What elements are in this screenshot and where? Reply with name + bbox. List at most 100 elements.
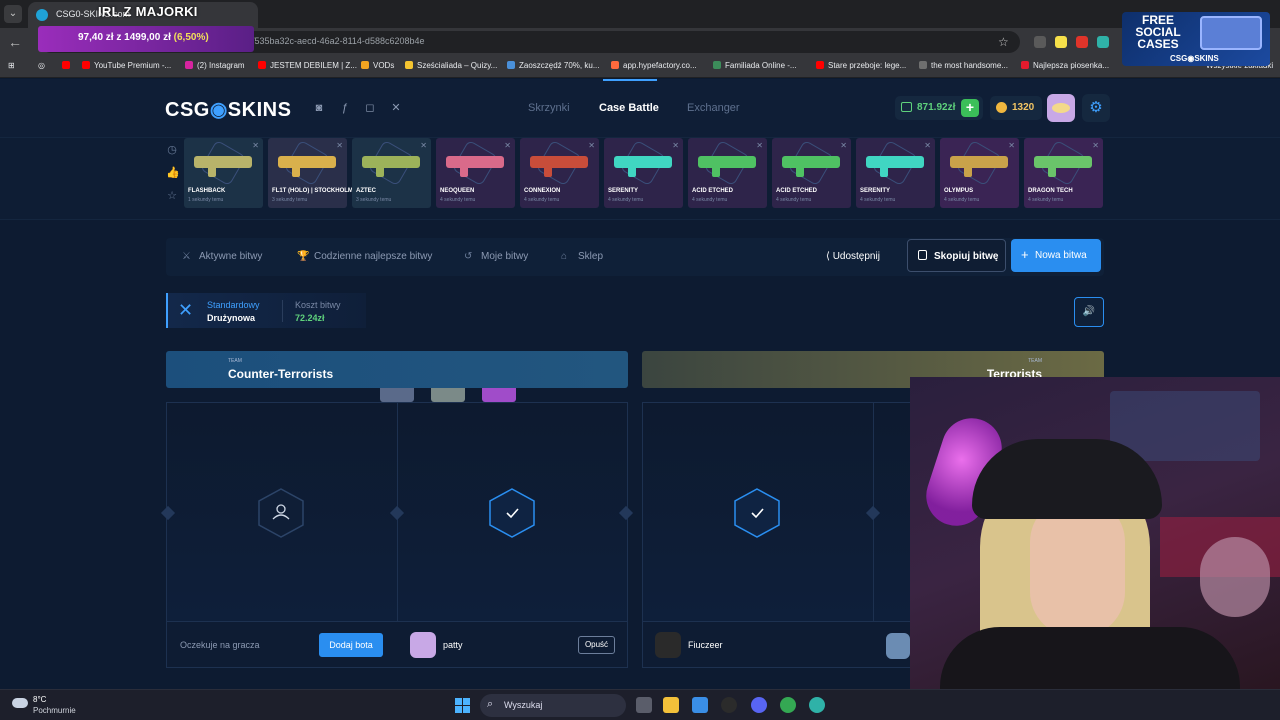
trophy-icon: 🏆 [297, 251, 310, 262]
weapon-skin-icon [950, 156, 1008, 177]
live-drop-item[interactable]: ✕ NEOQUEEN 4 sekundy temu [436, 138, 515, 208]
chrome-icon[interactable] [780, 697, 796, 713]
extension-icon[interactable] [1097, 36, 1109, 48]
item-type-icon: ✕ [672, 141, 679, 150]
coins-balance[interactable]: 1320 [990, 96, 1042, 120]
live-drop-item[interactable]: ✕ SERENITY 4 sekundy temu [604, 138, 683, 208]
cloud-icon[interactable] [12, 698, 28, 708]
live-drops-bar: ◷ 👍 ☆ ✕ FLASHBACK 1 sekundy temu ✕ FL1T (HOL… [0, 137, 1280, 220]
bookmark-item[interactable]: JESTEM DEBILEM | Z... [258, 61, 357, 70]
donation-current: 97,40 zł [78, 32, 114, 43]
settings-gear-icon[interactable]: ⚙ [1082, 94, 1110, 122]
battle-mode-info: ✕ Standardowy Drużynowa Koszt bitwy 72.2… [166, 293, 366, 328]
tab-daily-best[interactable]: 🏆 Codzienne najlepsze bitwy [297, 251, 432, 262]
tab-my-battles[interactable]: ↺ Moje bitwy [464, 251, 528, 262]
extension-icon[interactable] [1055, 36, 1067, 48]
taskbar-search[interactable]: ⌕ Wyszukaj [480, 694, 626, 717]
bookmark-item[interactable]: Sześcialiada – Quizy... [405, 61, 497, 70]
item-type-icon: ✕ [1092, 141, 1099, 150]
file-explorer-icon[interactable] [663, 697, 679, 713]
live-drop-item[interactable]: ✕ CONNEXION 4 sekundy temu [520, 138, 599, 208]
live-drop-item[interactable]: ✕ ACID ETCHED 4 sekundy temu [688, 138, 767, 208]
favorite-star-icon[interactable]: ☆ [166, 189, 178, 202]
team-label: TEAM [228, 358, 242, 364]
bookmark-item[interactable]: YouTube Premium -... [82, 61, 171, 70]
share-button[interactable]: ⟨ Udostępnij [826, 251, 880, 262]
instagram-icon[interactable]: ◻ [363, 101, 377, 115]
stream-overlay-title: IRL Z MAJORKI [98, 4, 198, 19]
item-type-icon: ✕ [924, 141, 931, 150]
bookmark-item[interactable]: app.hypefactory.co... [611, 61, 697, 70]
extension-icon[interactable] [1076, 36, 1088, 48]
bookmark-item[interactable]: Familiada Online -... [713, 61, 797, 70]
wallet-balance[interactable]: 871.92zł + [895, 96, 983, 120]
bookmark-icon[interactable] [62, 61, 74, 70]
tab-label: Aktywne bitwy [199, 251, 263, 262]
bookmark-item[interactable]: VODs [361, 61, 394, 70]
weather-condition[interactable]: Pochmurnie [33, 706, 76, 715]
empty-slot-user-icon[interactable] [258, 488, 304, 538]
x-twitter-icon[interactable]: ✕ [389, 101, 403, 115]
discord-taskbar-icon[interactable] [751, 697, 767, 713]
discord-icon[interactable]: ◙ [312, 101, 326, 115]
site-favicon-icon [36, 9, 48, 21]
logo-mid: ◉ [209, 99, 228, 121]
plus-icon: + [1021, 247, 1029, 262]
apps-grid-icon[interactable]: ⊞ [8, 61, 15, 70]
new-battle-button[interactable]: + Nowa bitwa [1011, 239, 1101, 272]
streamer-webcam [910, 377, 1280, 720]
weapon-skin-icon [782, 156, 840, 177]
drop-time: 3 sekundy temu [272, 197, 308, 203]
bookmark-item[interactable]: Zaoszczędź 70%, ku... [507, 61, 599, 70]
bookmark-favicon-icon [361, 61, 369, 69]
bookmark-item[interactable]: the most handsome... [919, 61, 1008, 70]
windows-start-icon[interactable] [455, 698, 470, 713]
tab-shop[interactable]: ⌂ Sklep [561, 251, 603, 262]
live-drop-item[interactable]: ✕ ACID ETCHED 4 sekundy temu [772, 138, 851, 208]
sound-toggle-icon[interactable]: 🔊 [1074, 297, 1104, 327]
drop-name: OLYMPUS [944, 188, 974, 194]
task-view-icon[interactable] [636, 697, 652, 713]
bookmark-star-icon[interactable]: ☆ [998, 35, 1009, 49]
item-type-icon: ✕ [420, 141, 427, 150]
tab-search-chevron-icon[interactable]: ⌄ [4, 5, 22, 23]
logo-left: CSG [165, 99, 210, 121]
site-logo[interactable]: CSG◉SKINS [165, 97, 291, 122]
tab-active-battles[interactable]: ⚔ Aktywne bitwy [182, 251, 262, 262]
app-icon[interactable] [809, 697, 825, 713]
drop-time: 4 sekundy temu [692, 197, 728, 203]
copy-battle-button[interactable]: Skopiuj bitwę [907, 239, 1006, 272]
back-arrow-icon[interactable]: ← [8, 34, 22, 50]
bookmark-icon[interactable]: ◎ [38, 61, 45, 70]
add-bot-button[interactable]: Dodaj bota [319, 633, 383, 657]
live-drop-item[interactable]: ✕ AZTEC 3 sekundy temu [352, 138, 431, 208]
deposit-button[interactable]: + [961, 99, 979, 117]
bookmark-item[interactable]: Stare przeboje: lege... [816, 61, 906, 70]
live-drop-item[interactable]: ✕ DRAGON TECH 4 sekundy temu [1024, 138, 1103, 208]
promo-title: FREE SOCIAL CASES [1135, 13, 1181, 51]
nav-cases[interactable]: Skrzynki [528, 102, 570, 114]
bookmark-item[interactable]: (2) Instagram [185, 61, 245, 70]
weather-temp[interactable]: 8°C [33, 695, 46, 704]
thumbs-up-icon[interactable]: 👍 [166, 166, 180, 179]
mode-name: Drużynowa [207, 313, 256, 323]
bookmark-item[interactable]: Najlepsza piosenka... [1021, 61, 1109, 70]
live-drop-item[interactable]: ✕ SERENITY 4 sekundy temu [856, 138, 935, 208]
cost-value: 72.24zł [295, 313, 325, 323]
bookmark-label: YouTube Premium -... [94, 61, 172, 70]
nav-case-battle[interactable]: Case Battle [599, 102, 659, 114]
extension-icon[interactable] [1034, 36, 1046, 48]
promo-case-icon [1200, 16, 1262, 50]
live-drop-item[interactable]: ✕ FLASHBACK 1 sekundy temu [184, 138, 263, 208]
facebook-icon[interactable]: ƒ [338, 101, 352, 115]
nav-exchanger[interactable]: Exchanger [687, 102, 740, 114]
live-drop-item[interactable]: ✕ FL1T (HOLO) | STOCKHOLM 2021 3 sekundy t… [268, 138, 368, 208]
user-avatar[interactable] [1047, 94, 1075, 122]
history-clock-icon[interactable]: ◷ [166, 143, 178, 156]
bookmark-favicon-icon [405, 61, 413, 69]
store-icon[interactable] [692, 697, 708, 713]
live-drop-item[interactable]: ✕ OLYMPUS 4 sekundy temu [940, 138, 1019, 208]
drop-time: 4 sekundy temu [524, 197, 560, 203]
app-icon[interactable] [721, 697, 737, 713]
leave-button[interactable]: Opuść [578, 636, 615, 654]
